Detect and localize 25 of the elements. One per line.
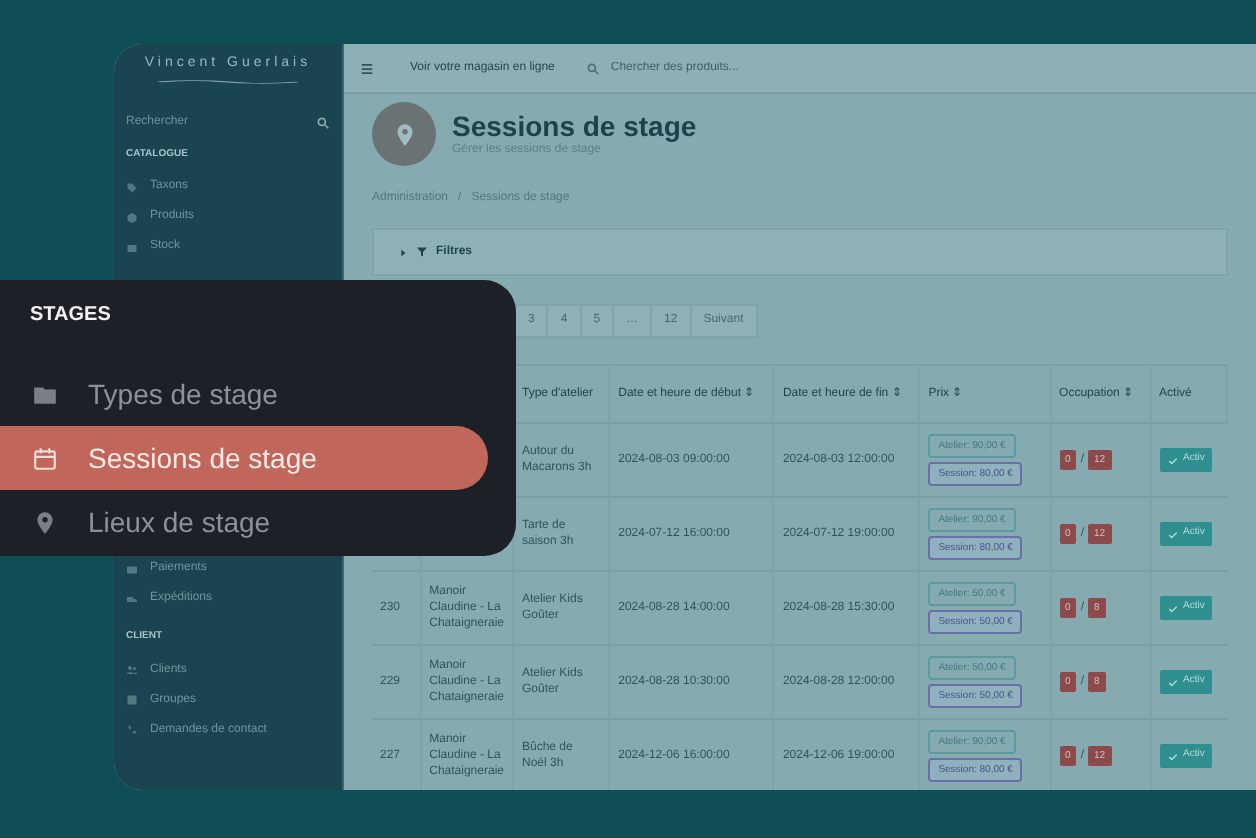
card-icon bbox=[126, 563, 138, 575]
check-icon bbox=[1167, 529, 1178, 539]
pin-icon bbox=[391, 121, 417, 147]
calendar-icon bbox=[32, 445, 58, 471]
check-icon bbox=[1167, 603, 1178, 613]
cube-icon bbox=[126, 211, 138, 223]
menu-item[interactable]: Sessions de stage bbox=[0, 426, 488, 490]
users-icon bbox=[126, 664, 138, 676]
search-icon bbox=[316, 115, 330, 129]
filter-icon bbox=[416, 246, 428, 258]
check-icon bbox=[1167, 455, 1178, 465]
check-icon bbox=[1167, 677, 1178, 687]
truck-icon bbox=[126, 593, 138, 605]
check-icon bbox=[1167, 751, 1178, 761]
folder-icon bbox=[32, 381, 58, 407]
menu-item[interactable]: Lieux de stage bbox=[0, 490, 488, 554]
menu-icon bbox=[360, 61, 374, 75]
tag-icon bbox=[126, 181, 138, 193]
search-icon bbox=[586, 61, 601, 75]
menu-item[interactable]: Types de stage bbox=[0, 362, 488, 426]
box-icon bbox=[126, 241, 138, 253]
menu-heading: STAGES bbox=[30, 302, 111, 330]
pin-icon bbox=[32, 509, 58, 535]
page-title: Sessions de stage bbox=[452, 109, 697, 141]
caret-icon bbox=[398, 247, 408, 257]
